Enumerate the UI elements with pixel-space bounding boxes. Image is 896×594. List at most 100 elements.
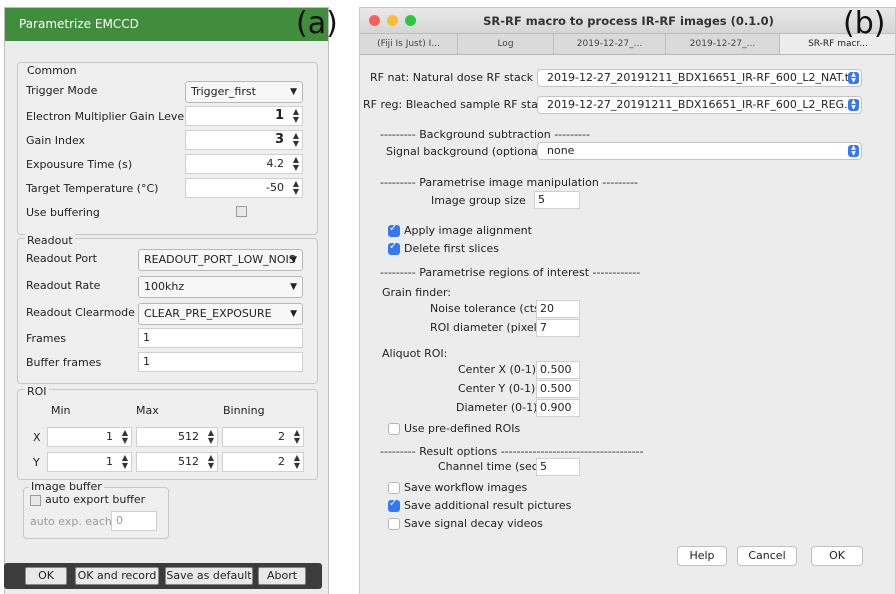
stepper-icon[interactable]: ▲ ▼ [293, 156, 299, 172]
target-temp-label: Target Temperature (°C) [26, 182, 159, 195]
trigger-mode-select[interactable]: Trigger_first ▼ [185, 81, 303, 103]
save-decay-checkbox[interactable] [388, 518, 400, 530]
trigger-mode-value: Trigger_first [191, 85, 256, 98]
target-temp-field[interactable]: -50 ▲ ▼ [185, 178, 303, 198]
center-x-field[interactable]: 0.500 [536, 361, 580, 379]
ok-button[interactable]: OK [25, 567, 67, 585]
frames-field[interactable]: 1 [138, 328, 303, 348]
stepper-icon[interactable]: ▲ ▼ [294, 454, 300, 470]
roi-x-binning-field[interactable]: 2 ▲ ▼ [222, 427, 304, 447]
stepper-icon[interactable]: ▲ ▼ [122, 429, 128, 445]
readout-clearmode-select[interactable]: CLEAR_PRE_EXPOSURE ▼ [138, 303, 303, 325]
cancel-button[interactable]: Cancel [737, 546, 797, 566]
stepper-icon[interactable]: ▲ ▼ [293, 108, 299, 124]
dialog-title-bar: Parametrize EMCCD [5, 8, 328, 41]
roi-diameter-label: ROI diameter (pixel) [430, 321, 542, 334]
group-size-label: Image group size [431, 194, 526, 207]
roi-diameter-field[interactable]: 7 [536, 319, 580, 337]
tab-bar: (Fiji Is Just) I... Log 2019-12-27_... 2… [360, 34, 895, 55]
readout-port-select[interactable]: READOUT_PORT_LOW_NOIS ▼ [138, 249, 303, 271]
save-workflow-checkbox[interactable] [388, 482, 400, 494]
gain-index-field[interactable]: 3 ▲ ▼ [185, 130, 303, 150]
aliquot-roi-label: Aliquot ROI: [382, 347, 448, 360]
em-gain-value: 1 [274, 108, 284, 123]
auto-export-checkbox[interactable] [30, 495, 41, 506]
emccd-dialog: Parametrize EMCCD Common Trigger Mode Tr… [4, 7, 329, 594]
rf-nat-select[interactable]: 2019-12-27_20191211_BDX16651_IR-RF_600_L… [537, 69, 862, 87]
grain-finder-label: Grain finder: [382, 286, 451, 299]
stepper-icon[interactable]: ▲ ▼ [208, 454, 214, 470]
panel-label-b: (b) [843, 6, 886, 41]
tab-fiji[interactable]: (Fiji Is Just) I... [360, 34, 458, 54]
abort-button[interactable]: Abort [258, 567, 306, 585]
signal-bg-select[interactable]: none ▲ ▼ [537, 142, 862, 160]
roi-x-min-value: 1 [106, 430, 113, 443]
stepper-icon[interactable]: ▲ ▼ [294, 429, 300, 445]
use-buffering-checkbox[interactable] [236, 206, 247, 217]
roi-y-max-field[interactable]: 512 ▲ ▼ [136, 452, 218, 472]
stepper-icon[interactable]: ▲ ▼ [293, 132, 299, 148]
target-temp-value: -50 [266, 181, 284, 194]
buffer-frames-field[interactable]: 1 [138, 352, 303, 372]
chevron-down-icon: ▼ [290, 255, 297, 265]
group-size-field[interactable]: 5 [534, 191, 580, 209]
ok-button[interactable]: OK [811, 546, 863, 566]
use-predefined-rois-label: Use pre-defined ROIs [404, 422, 521, 435]
rf-reg-select[interactable]: 2019-12-27_20191211_BDX16651_IR-RF_600_L… [537, 96, 862, 114]
em-gain-label: Electron Multiplier Gain Level [26, 110, 188, 123]
save-as-default-button[interactable]: Save as default [165, 567, 253, 585]
exposure-label: Expousure Time (s) [26, 158, 133, 171]
roi-y-min-field[interactable]: 1 ▲ ▼ [47, 452, 132, 472]
center-x-label: Center X (0-1) [458, 363, 537, 376]
stepper-icon[interactable]: ▲ ▼ [208, 429, 214, 445]
readout-clearmode-value: CLEAR_PRE_EXPOSURE [144, 307, 272, 320]
em-gain-field[interactable]: 1 ▲ ▼ [185, 106, 303, 126]
roi-x-min-field[interactable]: 1 ▲ ▼ [47, 427, 132, 447]
stepper-icon[interactable]: ▲ ▼ [293, 180, 299, 196]
center-y-field[interactable]: 0.500 [536, 380, 580, 398]
apply-alignment-label: Apply image alignment [404, 224, 532, 237]
save-additional-label: Save additional result pictures [404, 499, 572, 512]
noise-tolerance-label: Noise tolerance (cts) [430, 302, 545, 315]
result-section-header: --------- Result options ---------------… [380, 445, 644, 458]
save-decay-label: Save signal decay videos [404, 517, 543, 530]
roi-col-max: Max [136, 404, 159, 417]
readout-port-value: READOUT_PORT_LOW_NOIS [144, 253, 296, 266]
delete-first-checkbox[interactable] [388, 241, 400, 255]
chevron-down-icon: ▼ [290, 282, 297, 292]
apply-alignment-checkbox[interactable] [388, 223, 400, 237]
select-stepper-icon: ▲ ▼ [848, 72, 859, 84]
roi-y-min-value: 1 [106, 455, 113, 468]
readout-rate-value: 100khz [144, 280, 185, 293]
auto-export-label: auto export buffer [45, 493, 146, 506]
ok-and-record-button[interactable]: OK and record [75, 567, 159, 585]
manip-section-header: --------- Parametrise image manipulation… [380, 176, 639, 189]
diameter-field[interactable]: 0.900 [536, 399, 580, 417]
tab-image-2[interactable]: 2019-12-27_... [666, 34, 780, 54]
roi-y-binning-field[interactable]: 2 ▲ ▼ [222, 452, 304, 472]
panel-label-a: (a) [296, 6, 338, 41]
readout-port-label: Readout Port [26, 252, 97, 265]
tab-log[interactable]: Log [458, 34, 554, 54]
center-y-label: Center Y (0-1) [458, 382, 536, 395]
roi-x-label: X [33, 431, 41, 444]
tab-image-1[interactable]: 2019-12-27_... [554, 34, 666, 54]
window-title-bar: SR-RF macro to process IR-RF images (0.1… [360, 8, 895, 34]
roi-x-max-field[interactable]: 512 ▲ ▼ [136, 427, 218, 447]
use-predefined-rois-checkbox[interactable] [388, 423, 400, 435]
channel-time-label: Channel time (sec) [438, 460, 543, 473]
stepper-icon[interactable]: ▲ ▼ [122, 454, 128, 470]
save-additional-checkbox[interactable] [388, 498, 400, 512]
gain-index-label: Gain Index [26, 134, 86, 147]
auto-each-field[interactable]: 0 [111, 511, 157, 531]
roi-x-binning-value: 2 [278, 430, 285, 443]
delete-first-label: Delete first slices [404, 242, 500, 255]
save-workflow-label: Save workflow images [404, 481, 528, 494]
readout-rate-select[interactable]: 100khz ▼ [138, 276, 303, 298]
exposure-field[interactable]: 4.2 ▲ ▼ [185, 154, 303, 174]
channel-time-field[interactable]: 5 [536, 458, 580, 476]
noise-tolerance-field[interactable]: 20 [536, 300, 580, 318]
roi-y-label: Y [33, 456, 40, 469]
help-button[interactable]: Help [677, 546, 727, 566]
chevron-down-icon: ▼ [290, 309, 297, 319]
